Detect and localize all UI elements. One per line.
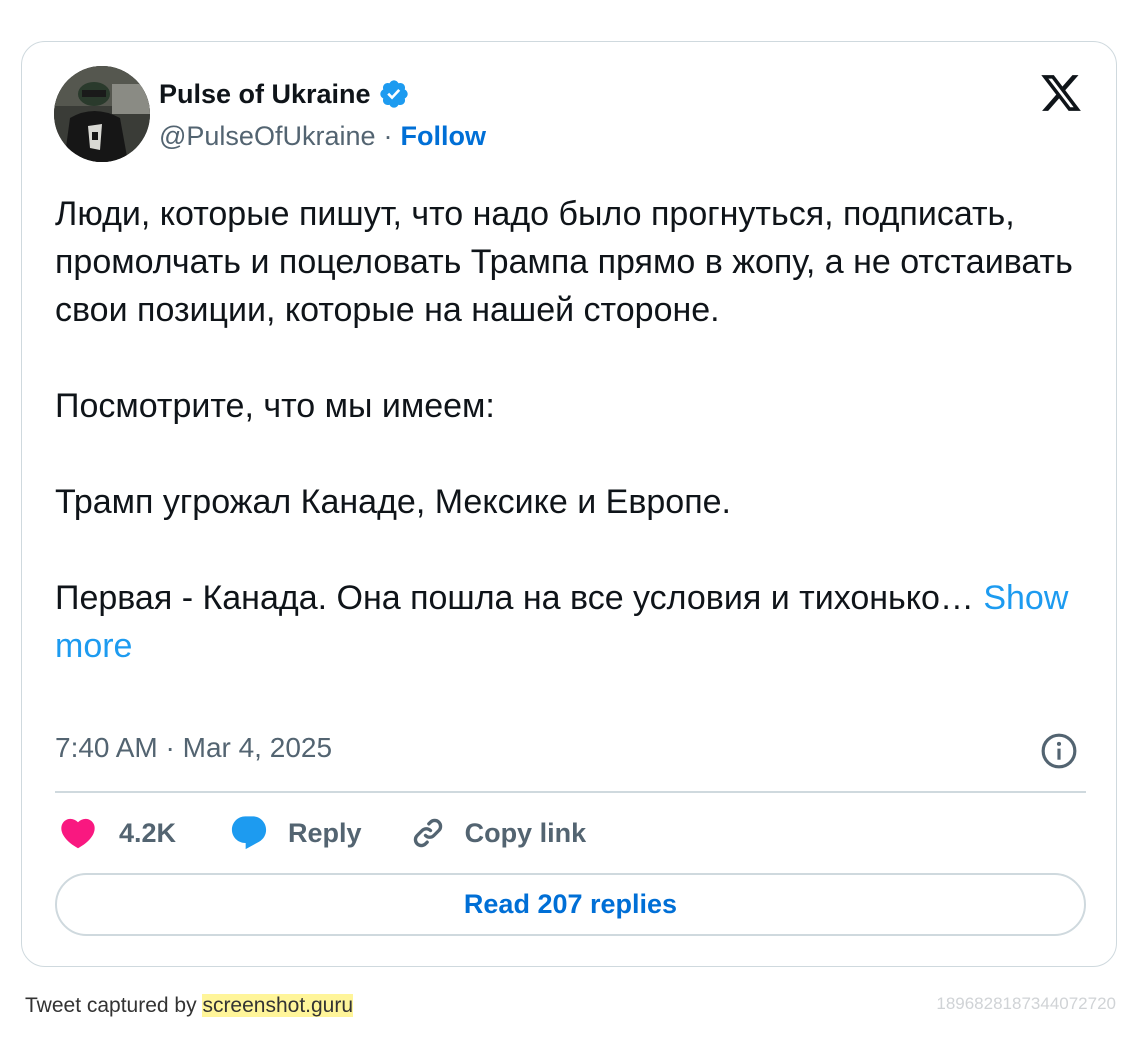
separator-dot: · (383, 120, 393, 151)
x-logo-icon[interactable] (1039, 71, 1083, 115)
speech-bubble-icon (231, 816, 267, 850)
author-name[interactable]: Pulse of Ukraine (159, 79, 371, 110)
like-count: 4.2K (119, 817, 177, 848)
captured-by-footer: Tweet captured by screenshot.guru (25, 994, 354, 1018)
copy-link-label: Copy link (464, 817, 587, 848)
tweet-text: Люди, которые пишут, что надо было прогн… (55, 190, 1095, 670)
copy-link-button[interactable]: Copy link (408, 813, 587, 853)
avatar[interactable] (54, 66, 150, 162)
heart-icon (61, 818, 95, 849)
tweet-timestamp[interactable]: 7:40 AM · Mar 4, 2025 (55, 732, 332, 764)
avatar-image (54, 66, 150, 162)
captured-by-text: Tweet captured by (25, 994, 203, 1017)
reply-label: Reply (288, 817, 362, 848)
author-handle[interactable]: @PulseOfUkraine (159, 121, 376, 152)
follow-button[interactable]: Follow (401, 121, 486, 152)
screenshot-guru-link[interactable]: screenshot.guru (202, 994, 354, 1017)
reply-button[interactable]: Reply (229, 813, 408, 853)
divider (55, 791, 1086, 793)
read-replies-button[interactable]: Read 207 replies (55, 873, 1086, 936)
tweet-card: Pulse of Ukraine @PulseOfUkraine · Follo… (21, 41, 1117, 967)
link-icon (413, 818, 442, 848)
tweet-body: Люди, которые пишут, что надо было прогн… (55, 195, 1073, 617)
like-button[interactable]: 4.2K (58, 813, 229, 853)
action-bar: 4.2K Reply Copy link (58, 812, 586, 854)
verified-badge-icon (378, 78, 410, 110)
author-handle-row: @PulseOfUkraine · Follow (159, 118, 486, 154)
info-icon[interactable] (1040, 732, 1078, 770)
tweet-id: 1896828187344072720 (936, 994, 1116, 1013)
author-name-row: Pulse of Ukraine (159, 76, 410, 112)
